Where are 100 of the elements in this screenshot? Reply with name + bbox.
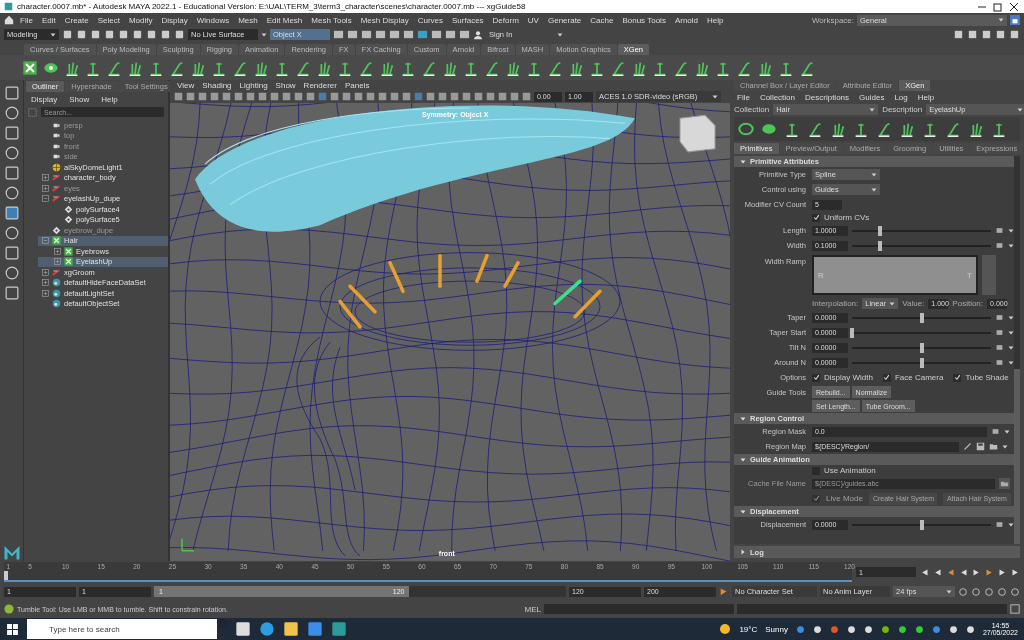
camera-icon[interactable] [52,142,61,150]
menu-item[interactable]: Show [272,80,299,90]
eye-icon[interactable] [738,121,754,137]
globe-icon[interactable] [52,162,61,172]
previous-key-icon[interactable] [933,567,942,577]
expand-icon[interactable] [42,184,49,192]
menu-item[interactable]: Arnold [671,15,701,25]
play-icon[interactable] [972,567,981,577]
menu-item[interactable]: Surfaces [449,15,487,25]
menu-item[interactable]: View [174,80,198,90]
first-frame-icon[interactable] [920,567,929,577]
menu-item[interactable]: File [17,15,36,25]
menu-item[interactable]: Display [158,15,191,25]
taskbar-search-field[interactable]: Type here to search [27,619,217,639]
diamond-icon[interactable] [52,225,61,235]
menu-item[interactable]: Deform [489,15,522,25]
expand-icon[interactable] [42,174,49,182]
key-icon[interactable] [719,586,729,597]
menu-item[interactable]: Panels [341,80,373,90]
step-forward-icon[interactable] [985,567,994,577]
menu-item[interactable]: Show [66,95,93,104]
menu-item[interactable]: Curves [414,15,446,25]
checkbox[interactable] [882,373,891,382]
menu-item[interactable]: Collection [756,93,799,102]
menu-item[interactable]: Descriptions [802,93,853,102]
menu-item[interactable]: Guides [856,93,888,102]
checkbox[interactable] [812,373,820,382]
caret-icon[interactable] [871,171,877,178]
slider-thumb[interactable] [919,519,924,530]
menu-item[interactable]: Mesh [235,15,261,25]
menu-item[interactable]: Mesh Tools [308,15,355,25]
menu-item[interactable]: UV [524,15,542,25]
menu-item[interactable]: Select [94,15,123,25]
caret-icon[interactable] [998,17,1004,23]
slider-thumb[interactable] [877,240,882,251]
caret-icon[interactable] [946,588,952,595]
expand-triangle-icon[interactable] [740,549,746,555]
play-back-icon[interactable] [959,567,968,577]
command-field[interactable] [544,604,734,614]
menu-item[interactable]: Windows [193,15,233,25]
menu-item[interactable]: Display [28,95,61,104]
home-icon[interactable] [4,15,14,25]
caret-icon[interactable] [50,31,56,38]
expand-icon[interactable] [54,247,61,255]
checkbox[interactable] [812,213,820,222]
menu-item[interactable]: Renderer [300,80,340,90]
last-frame-icon[interactable] [1011,567,1020,577]
help-icon[interactable] [4,604,14,614]
collapse-triangle-icon[interactable] [740,508,746,515]
collapse-triangle-icon[interactable] [740,456,746,463]
caret-icon[interactable] [1002,443,1008,450]
slider-thumb[interactable] [919,312,924,323]
caret-icon[interactable] [1017,106,1024,113]
expand-icon[interactable] [42,279,49,287]
menu-item[interactable]: Edit Mesh [263,15,306,25]
close-icon[interactable] [1008,0,1020,13]
leaf-icon[interactable] [761,121,777,137]
expand-icon[interactable] [42,289,49,297]
caret-icon[interactable] [1004,428,1010,435]
menu-item[interactable]: Lighting [236,80,271,90]
slider-thumb[interactable] [919,342,924,353]
checkbox[interactable] [812,466,820,475]
transform-icon[interactable] [52,183,61,193]
menu-item[interactable]: Log [891,93,911,102]
windows-start-icon[interactable] [6,622,19,636]
sun-icon[interactable] [719,623,732,635]
slider-thumb[interactable] [919,357,924,368]
checkbox[interactable] [953,373,962,382]
caret-icon[interactable] [869,106,876,113]
caret-icon[interactable] [889,300,896,307]
restore-icon[interactable] [992,0,1004,13]
camera-icon[interactable] [52,121,61,129]
menu-item[interactable]: Shading [199,80,235,90]
collapse-triangle-icon[interactable] [740,415,746,422]
menu-item[interactable]: Generate [544,15,585,25]
menu-item[interactable]: Mesh Display [357,15,412,25]
diamond-icon[interactable] [64,204,73,214]
menu-item[interactable]: Modify [125,15,156,25]
menu-item[interactable]: Help [98,95,121,104]
menu-item[interactable]: File [734,93,753,102]
xgen-icon[interactable] [64,246,73,256]
menu-item[interactable]: Edit [38,15,59,25]
app-icon[interactable] [4,2,13,11]
caret-icon[interactable] [261,31,267,38]
slider-thumb[interactable] [877,225,882,236]
caret-icon[interactable] [557,31,563,38]
slider-thumb[interactable] [850,327,854,338]
menu-item[interactable]: Create [61,15,92,25]
transform-icon[interactable] [52,173,61,183]
xgen-icon[interactable] [22,59,38,76]
lock-icon[interactable] [1010,15,1020,25]
brush-icon[interactable] [963,442,972,451]
collapse-triangle-icon[interactable] [740,158,746,165]
diamond-icon[interactable] [64,215,73,225]
user-icon[interactable] [473,29,483,40]
camera-icon[interactable] [52,153,61,161]
collapse-icon[interactable] [42,195,49,203]
menu-item[interactable]: Bonus Tools [619,15,669,25]
xgen-icon[interactable] [64,257,73,267]
xgen-icon[interactable] [52,236,61,246]
